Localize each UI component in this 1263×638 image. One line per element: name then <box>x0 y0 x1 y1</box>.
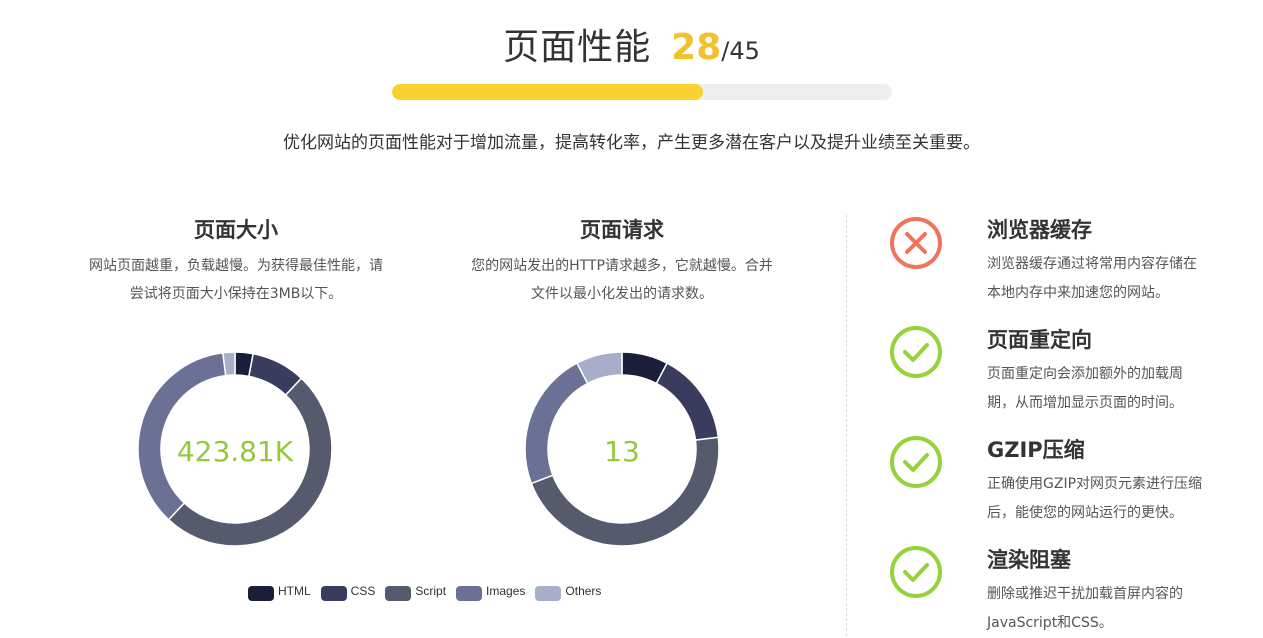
check-circle-icon <box>890 546 942 598</box>
check-desc-line2: 后，能使您的网站运行的更快。 <box>987 505 1183 521</box>
legend-label: Script <box>415 583 447 598</box>
legend-label: Images <box>486 583 526 598</box>
x-circle-icon <box>890 217 942 269</box>
check-desc-line2: 本地内存中来加速您的网站。 <box>987 285 1169 301</box>
score-value: 28 <box>671 27 722 68</box>
check-desc-line2: JavaScript和CSS。 <box>987 615 1113 631</box>
check-desc-line1: 页面重定向会添加额外的加载周 <box>987 366 1183 382</box>
chart-legend: HTML CSS Script Images Others <box>248 580 611 601</box>
check-desc-browser-cache: 浏览器缓存通过将常用内容存储在 本地内存中来加速您的网站。 <box>987 250 1247 308</box>
check-desc-page-redirect: 页面重定向会添加额外的加载周 期，从而增加显示页面的时间。 <box>987 360 1247 418</box>
page-size-center-value: 423.81K <box>176 435 294 468</box>
page-size-desc: 网站页面越重，负载越慢。为获得最佳性能，请 尝试将页面大小保持在3MB以下。 <box>61 252 411 308</box>
page-requests-center-value: 13 <box>604 435 640 468</box>
legend-swatch <box>535 586 562 601</box>
check-desc-line1: 删除或推迟干扰加载首屏内容的 <box>987 586 1183 602</box>
section-divider <box>846 215 847 636</box>
check-desc-line1: 正确使用GZIP对网页元素进行压缩 <box>987 476 1203 492</box>
score-max: /45 <box>721 37 760 65</box>
page-requests-title: 页面请求 <box>580 218 664 242</box>
legend-label: HTML <box>278 583 311 598</box>
legend-swatch <box>385 586 412 601</box>
check-desc-line1: 浏览器缓存通过将常用内容存储在 <box>987 256 1197 272</box>
score-progress-fill <box>392 84 703 100</box>
check-title-browser-cache: 浏览器缓存 <box>987 218 1092 242</box>
check-desc-gzip: 正确使用GZIP对网页元素进行压缩 后，能使您的网站运行的更快。 <box>987 470 1247 528</box>
check-desc-line2: 期，从而增加显示页面的时间。 <box>987 395 1183 411</box>
legend-swatch <box>320 586 347 601</box>
donut-slice-css[interactable] <box>655 362 720 441</box>
legend-label: CSS <box>350 583 376 598</box>
check-circle-icon <box>890 326 942 378</box>
performance-header: 页面性能 28/45 <box>0 18 1263 70</box>
check-circle-icon <box>890 436 942 488</box>
legend-item-script[interactable]: Script <box>385 580 446 601</box>
legend-item-images[interactable]: Images <box>456 580 525 601</box>
legend-label: Others <box>565 583 602 598</box>
check-title-page-redirect: 页面重定向 <box>987 328 1092 352</box>
page-size-desc-line2: 尝试将页面大小保持在3MB以下。 <box>129 286 343 302</box>
page-size-title: 页面大小 <box>194 218 278 242</box>
legend-item-css[interactable]: CSS <box>320 580 376 601</box>
legend-item-others[interactable]: Others <box>535 580 601 601</box>
legend-swatch <box>248 586 274 601</box>
legend-item-html[interactable]: HTML <box>248 580 311 601</box>
check-title-render-blocking: 渲染阻塞 <box>987 548 1071 572</box>
page-requests-desc: 您的网站发出的HTTP请求越多，它就越慢。合并 文件以最小化发出的请求数。 <box>447 252 797 308</box>
donut-slice-others[interactable] <box>222 351 236 377</box>
score-progress-bar <box>392 84 892 100</box>
page-requests-desc-line2: 文件以最小化发出的请求数。 <box>531 286 713 302</box>
page-subtitle: 优化网站的页面性能对于增加流量，提高转化率，产生更多潜在客户以及提升业绩至关重要… <box>283 133 980 153</box>
page-requests-desc-line1: 您的网站发出的HTTP请求越多，它就越慢。合并 <box>471 258 773 274</box>
legend-swatch <box>456 586 483 601</box>
page-title: 页面性能 <box>503 27 652 68</box>
check-title-gzip: GZIP压缩 <box>987 438 1085 462</box>
page-size-desc-line1: 网站页面越重，负载越慢。为获得最佳性能，请 <box>89 258 383 274</box>
check-desc-render-blocking: 删除或推迟干扰加载首屏内容的 JavaScript和CSS。 <box>987 580 1247 638</box>
